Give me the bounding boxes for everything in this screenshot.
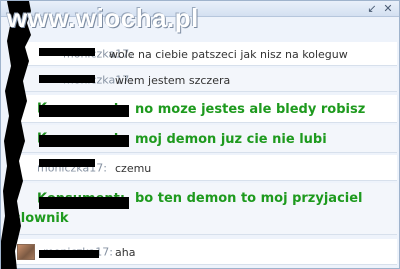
silhouette-image bbox=[1, 1, 31, 269]
close-icon[interactable]: ✕ bbox=[381, 2, 395, 15]
message-text: wole na ciebie patszeci jak nisz na kole… bbox=[109, 48, 348, 61]
message-text: aha bbox=[115, 246, 136, 259]
message-text: bo ten demon to moj przyjaciel bbox=[135, 191, 363, 206]
message-text: wiem jestem szczera bbox=[115, 74, 231, 87]
watermark: www.wiocha.pl bbox=[7, 3, 199, 33]
message-text: czemu bbox=[115, 162, 152, 175]
expand-icon[interactable]: ↙ bbox=[365, 2, 379, 15]
message-text: moj demon juz cie nie lubi bbox=[135, 132, 327, 147]
message-text: no moze jestes ale bledy robisz bbox=[135, 102, 366, 117]
chat-window: ↙ ✕ moniczka17: wole na ciebie patszeci … bbox=[0, 0, 400, 269]
